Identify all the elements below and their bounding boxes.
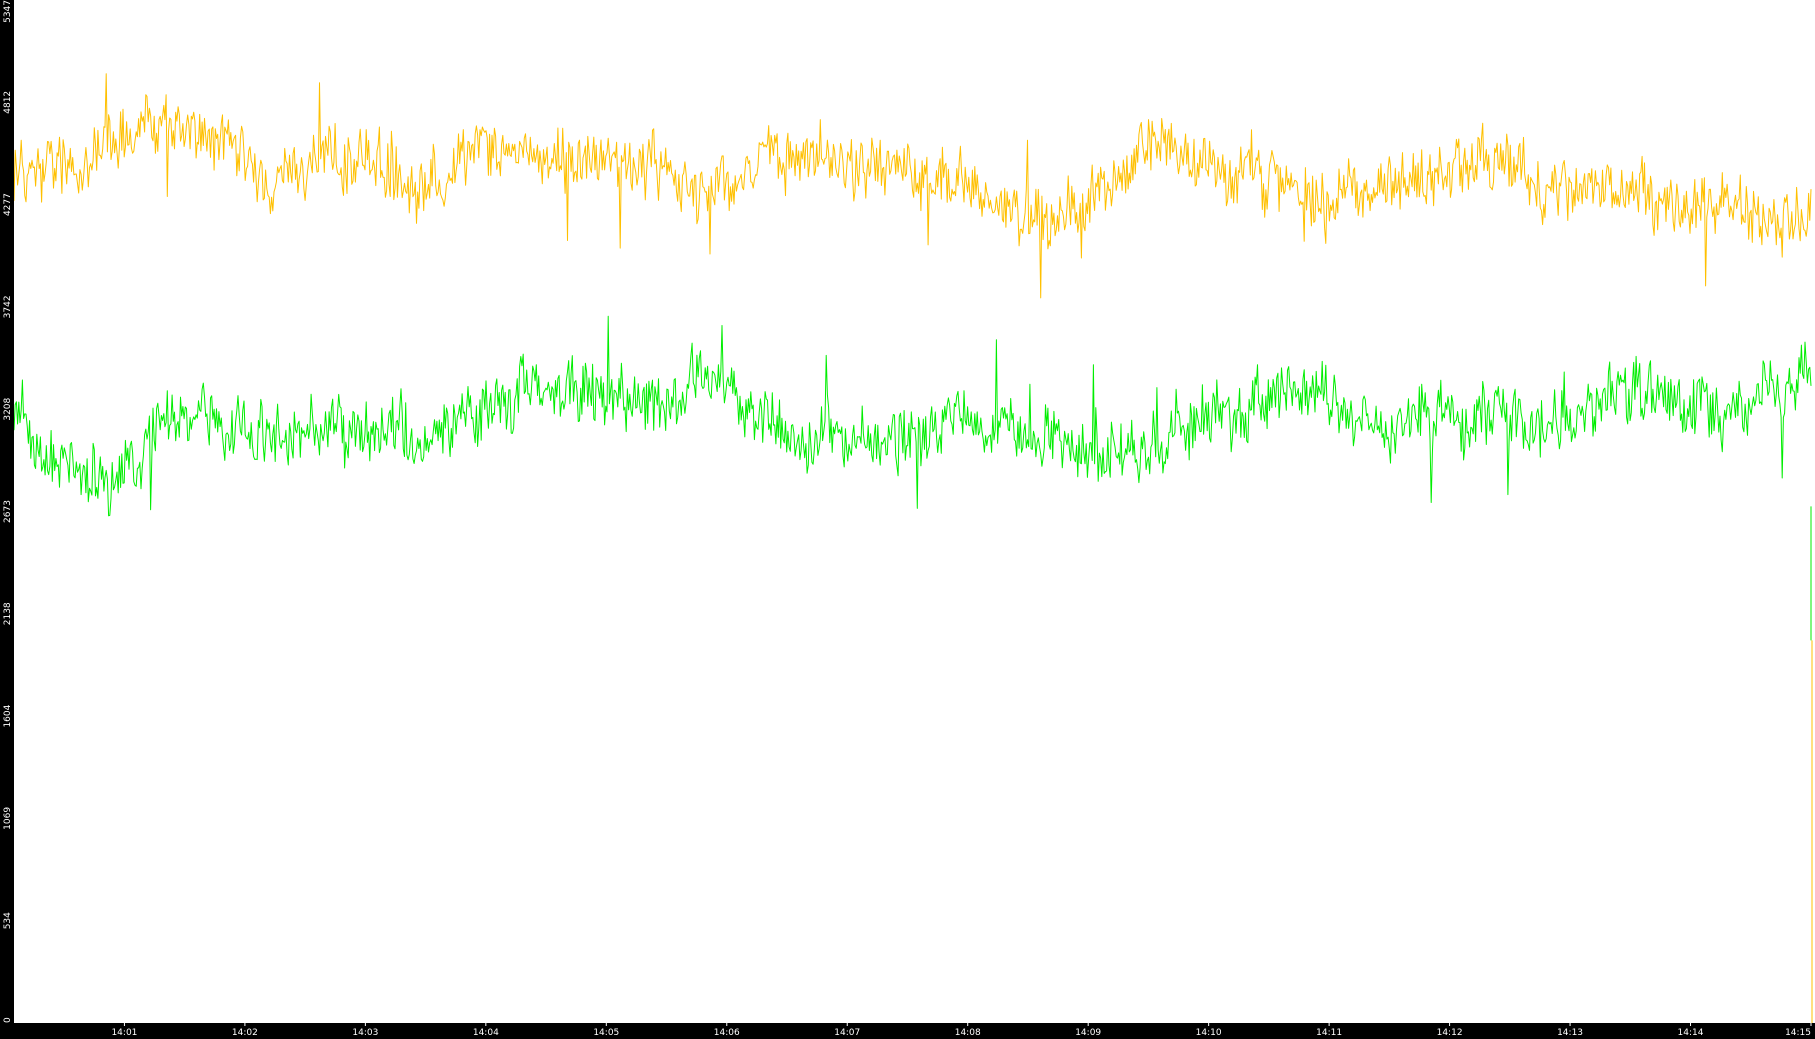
x-tick-label: 14:04 [473,1028,499,1038]
x-tick-label: 14:11 [1316,1028,1342,1038]
y-tick-label: 2673 [3,500,13,523]
x-tick-label: 14:13 [1557,1028,1583,1038]
y-tick-label: 4812 [3,91,13,114]
y-tick-label: 2138 [3,602,13,625]
x-tick-label: 14:03 [352,1028,378,1038]
x-tick-label: 14:02 [232,1028,258,1038]
y-tick-label: 1069 [3,807,13,830]
x-tick-label: 14:06 [714,1028,740,1038]
x-tick-label: 14:05 [593,1028,619,1038]
x-tick-label: 14:01 [111,1028,137,1038]
y-tick-label: 3208 [3,397,13,420]
y-tick-label: 4277 [3,193,13,216]
y-tick-label: 0 [3,1017,13,1023]
x-tick-label: 14:09 [1075,1028,1101,1038]
y-tick-label: 534 [3,912,13,929]
x-tick-label: 14:15 [1785,1028,1811,1038]
y-tick-label: 5347 [3,0,13,23]
x-tick-label: 14:08 [955,1028,981,1038]
y-tick-label: 3742 [3,295,13,318]
line-chart: 0 534 1069 1604 2138 2673 3208 3742 4277 4812 5347… [0,0,1815,1039]
x-tick-label: 14:12 [1437,1028,1463,1038]
x-axis-bar [0,1023,1815,1039]
x-tick-label: 14:10 [1196,1028,1222,1038]
y-tick-label: 1604 [3,704,13,727]
x-tick-label: 14:07 [834,1028,860,1038]
x-tick-label: 14:14 [1678,1028,1704,1038]
